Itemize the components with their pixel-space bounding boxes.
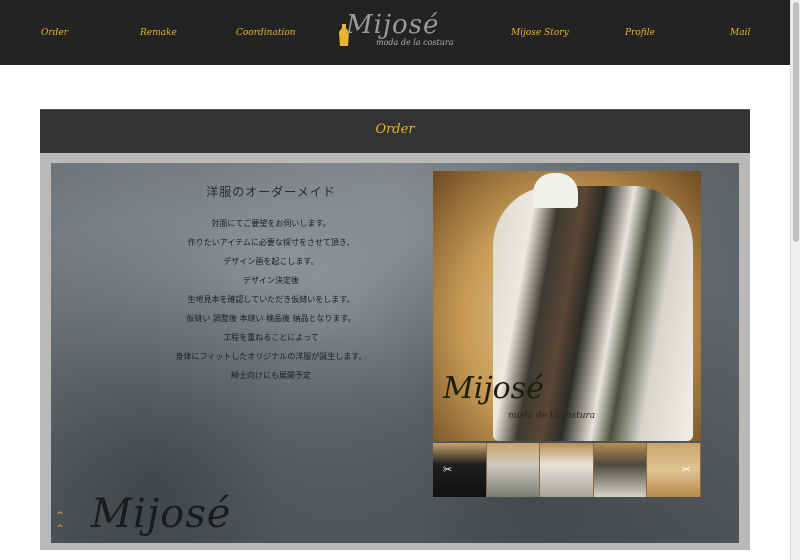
panel-logo: Mijosé <box>91 491 232 537</box>
prev-scissors-icon[interactable]: ✂ <box>443 463 452 476</box>
description-line: 身体にフィットしたオリジナルの洋服が誕生します。 <box>175 352 367 361</box>
thumbnail-strip: ✂ ✂ <box>433 443 701 497</box>
thumbnail[interactable] <box>593 443 648 497</box>
order-heading: 洋服のオーダーメイド <box>206 185 336 199</box>
order-panel: 洋服のオーダーメイド 対面にてご要望をお伺いします。 作りたいアイテムに必要な採… <box>51 163 739 543</box>
section-header: Order <box>40 109 750 153</box>
nav-mail[interactable]: Mail <box>730 28 750 38</box>
logo-tagline: moda de la costura <box>376 38 454 47</box>
top-navigation: Order Remake Coordination Mijosé moda de… <box>0 0 790 65</box>
photo-logo: Mijosé <box>443 371 544 406</box>
nav-order[interactable]: Order <box>41 28 68 38</box>
featured-garment-photo: Mijosé moda de la costura <box>433 171 701 441</box>
description-line: 工程を重ねることによって <box>223 333 319 342</box>
scroll-up-icon[interactable]: ^ <box>55 512 65 521</box>
photo-tagline: moda de la costura <box>508 411 596 421</box>
thumbnail[interactable] <box>540 443 594 497</box>
logo-wordmark: Mijosé <box>346 10 440 40</box>
description-line: デザイン決定後 <box>243 276 299 285</box>
page-scrollbar[interactable] <box>790 0 800 560</box>
thumbnail[interactable] <box>647 443 701 497</box>
thumbnail[interactable] <box>433 443 487 497</box>
nav-coordination[interactable]: Coordination <box>236 28 296 38</box>
mannequin-neck <box>533 173 578 208</box>
scroll-up-icon[interactable]: ^ <box>55 525 65 534</box>
nav-profile[interactable]: Profile <box>625 28 655 38</box>
section-title: Order <box>375 122 415 137</box>
description-line: 紳士向けにも展開予定 <box>231 371 311 380</box>
nav-mijose-story[interactable]: Mijose Story <box>511 28 569 38</box>
description-line: デザイン画を起こします。 <box>223 257 319 266</box>
description-line: 仮縫い 調整後 本縫い 検品後 納品となります。 <box>186 314 356 323</box>
next-scissors-icon[interactable]: ✂ <box>682 463 691 476</box>
description-line: 対面にてご要望をお伺いします。 <box>211 219 331 228</box>
description-line: 作りたいアイテムに必要な採寸をさせて頂き、 <box>187 238 355 247</box>
scrollbar-thumb[interactable] <box>793 2 799 242</box>
description-line: 生地見本を確認していただき仮縫いをします。 <box>187 295 355 304</box>
nav-remake[interactable]: Remake <box>140 28 177 38</box>
site-logo[interactable]: Mijosé moda de la costura <box>334 10 464 56</box>
order-description: 洋服のオーダーメイド 対面にてご要望をお伺いします。 作りたいアイテムに必要な採… <box>111 183 431 385</box>
thumbnail[interactable] <box>486 443 541 497</box>
